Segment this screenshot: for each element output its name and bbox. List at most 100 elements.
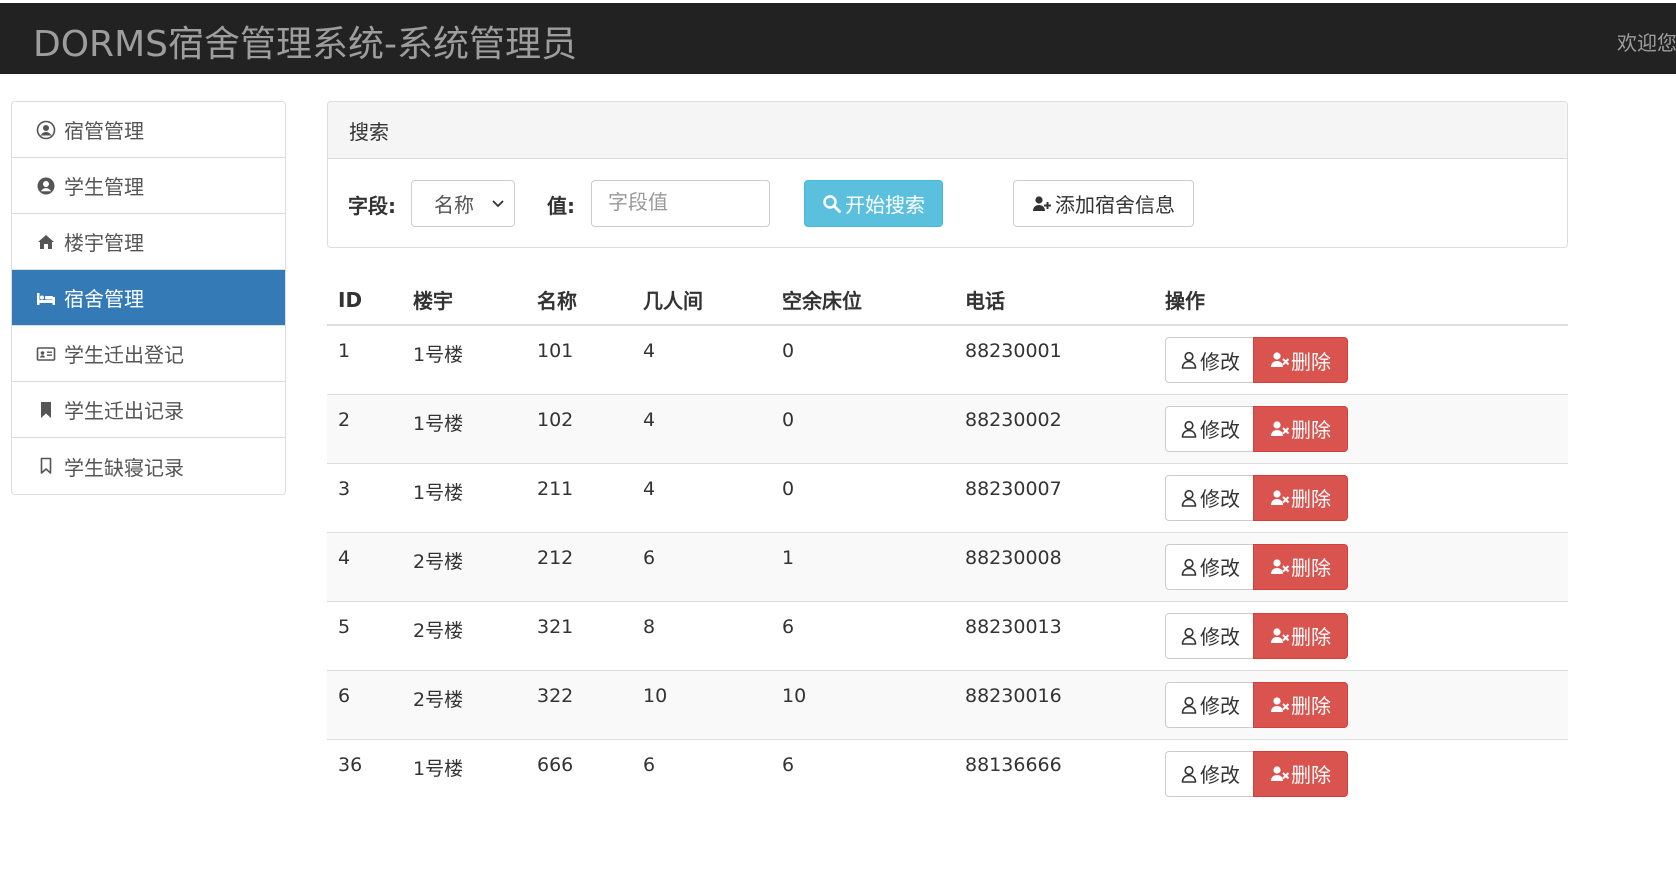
cell-name: 321: [526, 600, 632, 670]
cell-vacant: 6: [771, 738, 954, 808]
cell-vacant: 0: [771, 324, 954, 394]
cell-capacity: 8: [632, 600, 771, 670]
cell-vacant: 10: [771, 669, 954, 739]
delete-button[interactable]: 删除: [1253, 750, 1348, 797]
cell-name: 322: [526, 669, 632, 739]
edit-button-label: 修改: [1200, 556, 1240, 580]
cell-building: 1号楼: [402, 738, 526, 808]
delete-button[interactable]: 删除: [1253, 543, 1348, 590]
bookmark-outline-icon: [34, 454, 58, 478]
delete-button[interactable]: 删除: [1253, 474, 1348, 521]
col-header-actions: 操作: [1154, 275, 1568, 326]
edit-button[interactable]: 修改: [1165, 543, 1254, 590]
user-outline-icon: [1181, 558, 1197, 576]
sidebar-nav: 宿管管理 学生管理 楼宇管理 宿舍管理 学生迁出登记 学生迁出记录 学生缺寝记录: [11, 101, 286, 495]
sidebar-item-absence-records[interactable]: 学生缺寝记录: [12, 438, 285, 494]
delete-button-label: 删除: [1291, 625, 1331, 649]
sidebar-item-label: 宿管管理: [64, 119, 144, 143]
cell-id: 36: [327, 738, 402, 808]
delete-button[interactable]: 删除: [1253, 612, 1348, 659]
user-outline-icon: [1181, 765, 1197, 783]
delete-button-label: 删除: [1291, 694, 1331, 718]
table-header-row: ID 楼宇 名称 几人间 空余床位 电话 操作: [327, 275, 1568, 326]
sidebar-item-buildings[interactable]: 楼宇管理: [12, 214, 285, 270]
user-times-icon: [1271, 696, 1290, 712]
delete-button-label: 删除: [1291, 349, 1331, 374]
cell-building: 1号楼: [402, 324, 526, 394]
cell-phone: 88230007: [954, 462, 1154, 532]
value-label: 值:: [547, 194, 575, 218]
user-circle-icon: [34, 118, 58, 142]
col-header-phone: 电话: [954, 275, 1154, 326]
cell-id: 2: [327, 393, 402, 463]
welcome-text[interactable]: 欢迎您: [1617, 27, 1676, 56]
top-navbar: DORMS宿舍管理系统-系统管理员 欢迎您: [0, 3, 1676, 74]
user-outline-icon: [1181, 420, 1197, 438]
search-button[interactable]: 开始搜索: [804, 180, 943, 227]
field-select-value: 名称: [434, 193, 474, 217]
table-row: 2 1号楼 102 4 0 88230002 修改 删除: [327, 393, 1568, 463]
sidebar-item-dorms[interactable]: 宿舍管理: [12, 270, 285, 326]
sidebar-item-label: 学生缺寝记录: [64, 455, 184, 480]
user-outline-icon: [1181, 489, 1197, 507]
table-row: 3 1号楼 211 4 0 88230007 修改 删除: [327, 462, 1568, 532]
user-outline-icon: [1181, 627, 1197, 645]
sidebar-item-dorm-admin[interactable]: 宿管管理: [12, 102, 285, 158]
cell-capacity: 4: [632, 324, 771, 394]
sidebar-item-label: 楼宇管理: [64, 231, 144, 255]
cell-phone: 88230001: [954, 324, 1154, 394]
field-select[interactable]: 名称: [411, 180, 515, 227]
cell-capacity: 4: [632, 462, 771, 532]
col-header-capacity: 几人间: [632, 275, 771, 326]
user-times-icon: [1271, 558, 1290, 574]
col-header-building: 楼宇: [402, 275, 526, 326]
edit-button-label: 修改: [1200, 487, 1240, 511]
cell-id: 6: [327, 669, 402, 739]
user-outline-icon: [1181, 696, 1197, 714]
delete-button-label: 删除: [1291, 556, 1331, 580]
delete-button[interactable]: 删除: [1253, 405, 1348, 452]
delete-button-label: 删除: [1291, 487, 1331, 511]
search-panel-title: 搜索: [328, 102, 1567, 159]
cell-building: 2号楼: [402, 669, 526, 739]
user-times-icon: [1271, 352, 1290, 367]
bed-icon: [34, 286, 58, 310]
cell-id: 4: [327, 531, 402, 601]
cell-id: 3: [327, 462, 402, 532]
edit-button[interactable]: 修改: [1165, 750, 1254, 797]
add-dorm-button-label: 添加宿舍信息: [1055, 193, 1175, 217]
cell-vacant: 0: [771, 393, 954, 463]
delete-button[interactable]: 删除: [1253, 681, 1348, 728]
col-header-name: 名称: [526, 275, 632, 326]
cell-building: 1号楼: [402, 393, 526, 463]
edit-button[interactable]: 修改: [1165, 612, 1254, 659]
edit-button-label: 修改: [1200, 418, 1240, 442]
sidebar-item-students[interactable]: 学生管理: [12, 158, 285, 214]
cell-building: 1号楼: [402, 462, 526, 532]
cell-actions: 修改 删除: [1154, 669, 1568, 739]
cell-building: 2号楼: [402, 531, 526, 601]
cell-phone: 88230008: [954, 531, 1154, 601]
cell-capacity: 6: [632, 531, 771, 601]
sidebar-item-label: 学生管理: [64, 175, 144, 199]
edit-button-label: 修改: [1200, 625, 1240, 649]
field-label: 字段:: [348, 194, 396, 218]
home-icon: [34, 230, 58, 254]
edit-button[interactable]: 修改: [1165, 474, 1254, 521]
sidebar-item-checkout-records[interactable]: 学生迁出记录: [12, 382, 285, 438]
edit-button[interactable]: 修改: [1165, 337, 1254, 383]
search-panel: 搜索 字段: 名称 值: 开始搜索 添加宿舍信息: [327, 101, 1568, 248]
table-row: 1 1号楼 101 4 0 88230001 修改 删除: [327, 324, 1568, 394]
edit-button[interactable]: 修改: [1165, 405, 1254, 452]
add-dorm-button[interactable]: 添加宿舍信息: [1013, 180, 1194, 227]
chevron-down-icon: [492, 200, 504, 208]
cell-actions: 修改 删除: [1154, 324, 1568, 394]
edit-button-label: 修改: [1200, 694, 1240, 718]
cell-id: 5: [327, 600, 402, 670]
user-circle-alt-icon: [34, 174, 58, 198]
edit-button[interactable]: 修改: [1165, 681, 1254, 728]
sidebar-item-checkout-register[interactable]: 学生迁出登记: [12, 326, 285, 382]
app-brand[interactable]: DORMS宿舍管理系统-系统管理员: [33, 15, 577, 67]
delete-button[interactable]: 删除: [1253, 337, 1348, 383]
value-input[interactable]: [591, 180, 770, 227]
